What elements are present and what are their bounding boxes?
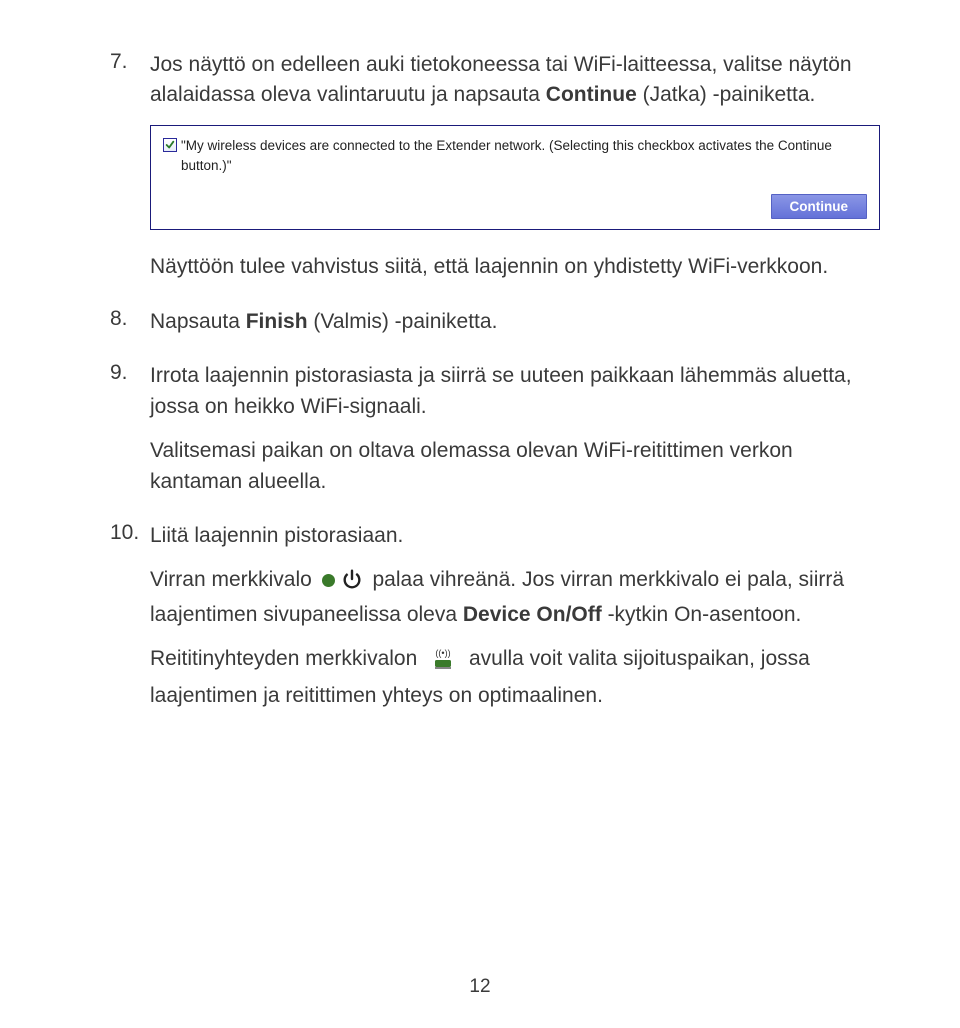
power-icon <box>341 568 363 599</box>
finish-bold: Finish <box>246 310 308 333</box>
step-8: 8. Napsauta Finish (Valmis) -painiketta. <box>110 307 880 337</box>
page-number: 12 <box>0 976 960 998</box>
step-number: 7. <box>110 50 128 74</box>
checkbox-icon[interactable] <box>163 138 177 152</box>
device-onoff-bold: Device On/Off <box>463 603 602 626</box>
step-10: 10. Liitä laajennin pistorasiaan. Virran… <box>110 521 880 711</box>
step-8-text: Napsauta Finish (Valmis) -painiketta. <box>150 307 880 337</box>
button-row: Continue <box>163 194 867 219</box>
step-9-text-1: Irrota laajennin pistorasiasta ja siirrä… <box>150 361 880 422</box>
checkbox-label: "My wireless devices are connected to th… <box>181 136 867 177</box>
ui-screenshot: "My wireless devices are connected to th… <box>150 125 880 231</box>
checkbox-row: "My wireless devices are connected to th… <box>163 136 867 177</box>
step-7-text: Jos näyttö on edelleen auki tietokoneess… <box>150 50 880 111</box>
svg-text:((•)): ((•)) <box>436 648 451 658</box>
step-10-text-2: Virran merkkivalo palaa vihreänä. Jos vi… <box>150 565 880 630</box>
text: Reititinyhteyden merkkivalon <box>150 647 423 670</box>
step-7-followup: Näyttöön tulee vahvistus siitä, että laa… <box>150 252 880 282</box>
continue-bold: Continue <box>546 83 637 106</box>
step-7: 7. Jos näyttö on edelleen auki tietokone… <box>110 50 880 283</box>
text: Napsauta <box>150 310 246 333</box>
step-number: 10. <box>110 521 139 545</box>
text: (Jatka) -painiketta. <box>637 83 816 106</box>
led-dot-icon <box>322 574 335 587</box>
instruction-list: 7. Jos näyttö on edelleen auki tietokone… <box>110 50 880 711</box>
text: (Valmis) -painiketta. <box>308 310 498 333</box>
text: -kytkin On-asentoon. <box>602 603 802 626</box>
step-9: 9. Irrota laajennin pistorasiasta ja sii… <box>110 361 880 497</box>
step-10-text-3: Reititinyhteyden merkkivalon ((•)) avull… <box>150 644 880 711</box>
text: Virran merkkivalo <box>150 568 318 591</box>
step-number: 9. <box>110 361 128 385</box>
step-10-text-1: Liitä laajennin pistorasiaan. <box>150 521 880 551</box>
step-9-text-2: Valitsemasi paikan on oltava olemassa ol… <box>150 436 880 497</box>
step-number: 8. <box>110 307 128 331</box>
router-link-icon: ((•)) <box>429 647 457 680</box>
continue-button[interactable]: Continue <box>771 194 868 219</box>
